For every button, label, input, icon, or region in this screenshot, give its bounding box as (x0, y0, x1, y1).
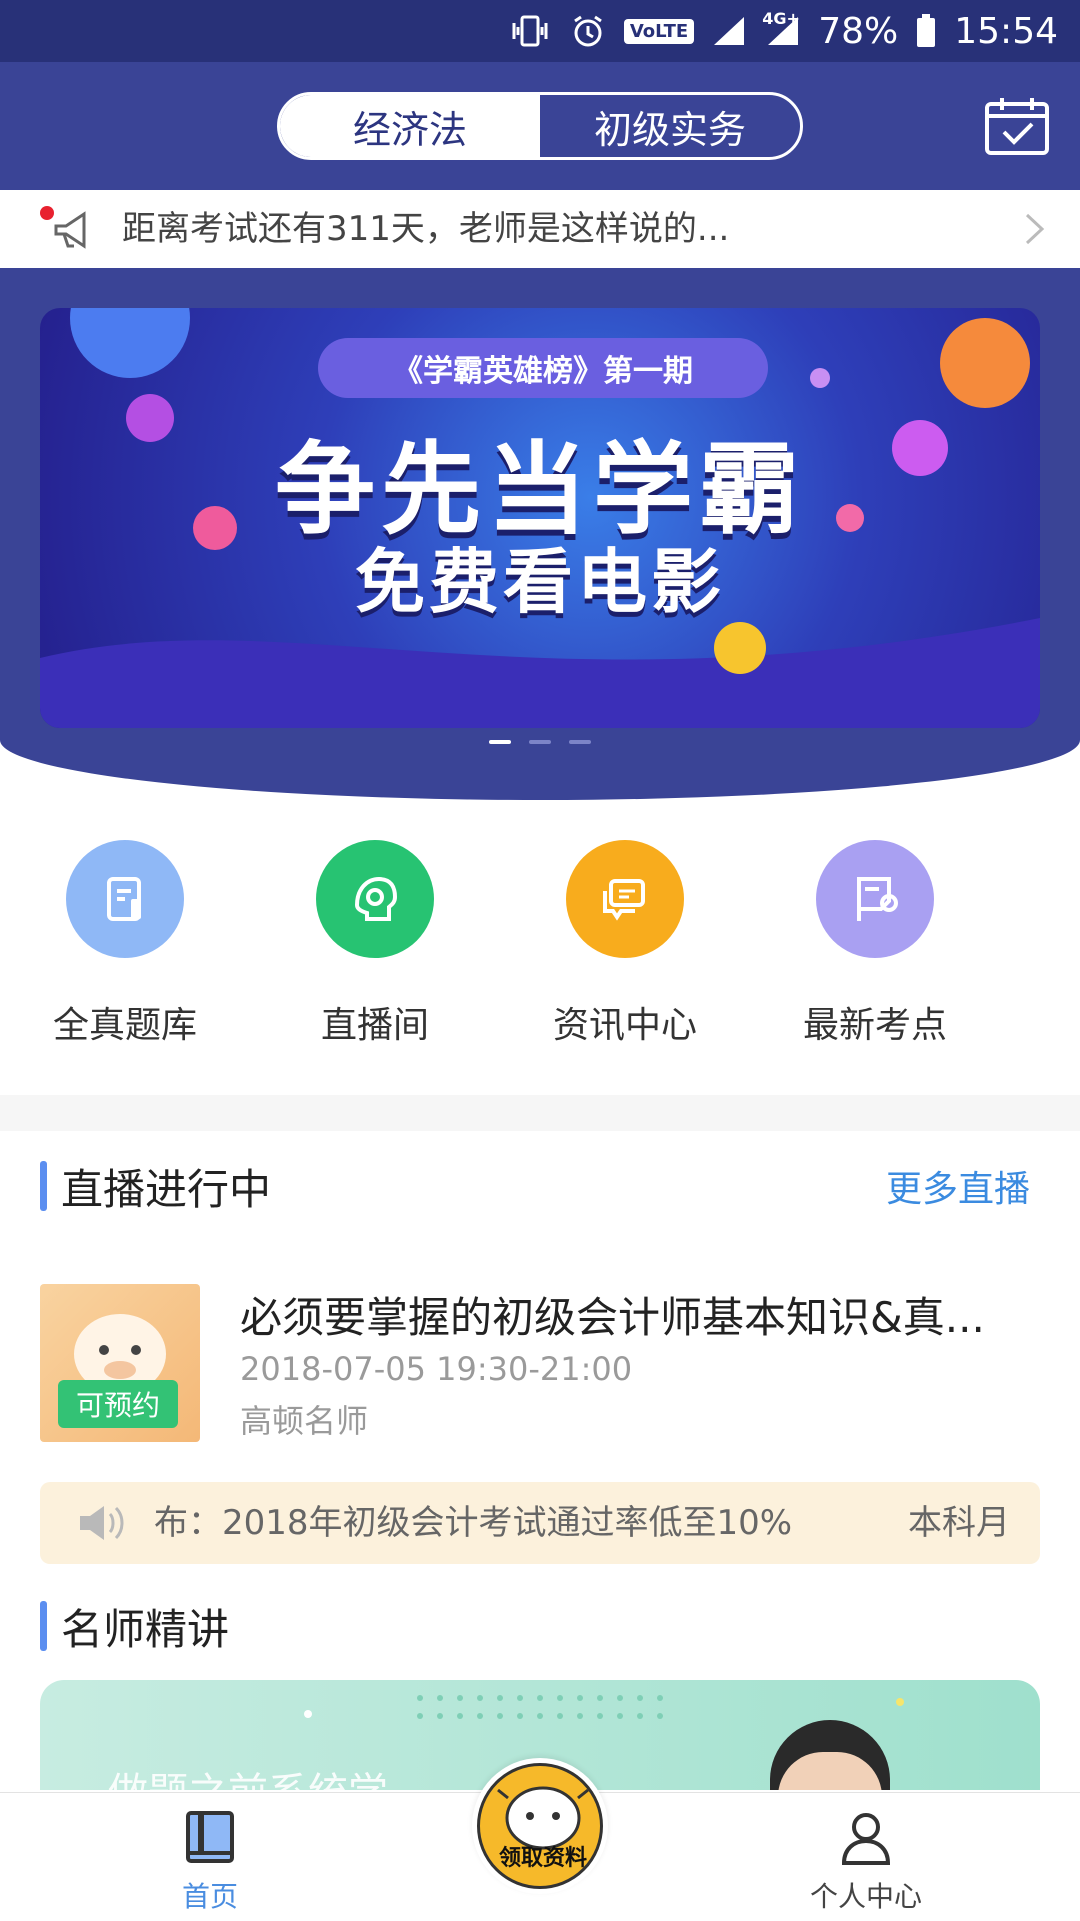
carousel-dot[interactable] (489, 740, 511, 744)
section-accent-bar (40, 1161, 47, 1211)
center-button-label: 领取资料 (498, 1846, 587, 1871)
teacher-card-text: 做题之前系统学 (108, 1760, 388, 1790)
entry-label: 资讯中心 (552, 1005, 697, 1046)
nav-home-label: 首页 (181, 1880, 238, 1913)
section-title: 直播进行中 (61, 1164, 272, 1214)
mascot-icon: 领取资料 (477, 1763, 603, 1889)
nav-profile-label: 个人中心 (809, 1880, 922, 1913)
carousel-dots (0, 740, 1080, 744)
marquee-text: 布：2018年初级会计考试通过率低至10% (154, 1503, 793, 1543)
top-header: 经济法 初级实务 (0, 62, 1080, 190)
chevron-right-icon (1024, 212, 1046, 246)
battery-icon (916, 14, 936, 48)
entry-question-bank[interactable]: 全真题库 (0, 840, 250, 1070)
news-center-icon (566, 840, 684, 958)
alarm-icon (570, 13, 606, 49)
marquee-text-next: 本科月 (908, 1503, 1010, 1543)
banner-subheadline: 免费看电影 (355, 541, 725, 623)
get-materials-button[interactable]: 领取资料 (472, 1758, 608, 1894)
reservable-badge: 可预约 (58, 1380, 178, 1428)
notice-text: 距离考试还有311天，老师是这样说的... (122, 209, 730, 249)
entry-label: 全真题库 (52, 1005, 197, 1046)
entry-label: 最新考点 (802, 1005, 947, 1046)
subject-switch: 经济法 初级实务 (277, 92, 803, 160)
megaphone-icon (52, 210, 100, 250)
live-time: 2018-07-05 19:30-21:00 (240, 1350, 633, 1388)
home-book-icon (180, 1809, 240, 1867)
vibrate-icon (508, 13, 552, 49)
promo-banner[interactable]: 《学霸英雄榜》第一期 争先当学霸 免费看电影 (40, 308, 1040, 728)
carousel-dot[interactable] (569, 740, 591, 744)
nav-home[interactable]: 首页 (110, 1793, 310, 1921)
banner-tag: 《学霸英雄榜》第一期 (318, 338, 768, 398)
teacher-section-header: 名师精讲 (40, 1598, 229, 1654)
volte-badge: VoLTE (623, 18, 695, 44)
battery-percent: 78% (818, 10, 899, 52)
notice-bar[interactable]: 距离考试还有311天，老师是这样说的... (0, 190, 1080, 268)
entry-label: 直播间 (320, 1005, 429, 1046)
carousel-dot[interactable] (529, 740, 551, 744)
tab-junior-practice[interactable]: 初级实务 (540, 95, 800, 157)
network-type: 4G+ (762, 9, 800, 28)
section-title: 名师精讲 (61, 1604, 230, 1654)
section-divider (0, 1095, 1080, 1131)
exam-points-icon (816, 840, 934, 958)
entry-live-room[interactable]: 直播间 (250, 840, 500, 1070)
nav-profile[interactable]: 个人中心 (766, 1793, 966, 1921)
status-bar: VoLTE 4G+ 78% 15:54 (0, 0, 1080, 62)
signal-icon (712, 15, 746, 47)
question-bank-icon (66, 840, 184, 958)
live-author: 高顿名师 (240, 1402, 369, 1440)
entry-news-center[interactable]: 资讯中心 (500, 840, 750, 1070)
live-title: 必须要掌握的初级会计师基本知识&真... (240, 1293, 985, 1342)
live-thumbnail: 可预约 (40, 1284, 200, 1442)
speaker-icon (76, 1502, 124, 1544)
clock: 15:54 (954, 10, 1058, 52)
news-marquee[interactable]: 布：2018年初级会计考试通过率低至10% 本科月 (40, 1482, 1040, 1564)
live-section-header: 直播进行中 (40, 1158, 271, 1214)
network-icon: 4G+ (762, 9, 800, 47)
quick-entries: 全真题库 直播间 资讯中心 最新考点 (0, 840, 1080, 1070)
calendar-check-icon[interactable] (984, 96, 1050, 156)
tab-economic-law[interactable]: 经济法 (280, 95, 540, 157)
section-accent-bar (40, 1601, 47, 1651)
live-room-icon (316, 840, 434, 958)
live-item[interactable]: 可预约 必须要掌握的初级会计师基本知识&真... 2018-07-05 19:3… (40, 1284, 1040, 1444)
more-live-link[interactable]: 更多直播 (886, 1160, 1030, 1212)
entry-exam-points[interactable]: 最新考点 (750, 840, 1000, 1070)
person-icon (836, 1809, 896, 1867)
